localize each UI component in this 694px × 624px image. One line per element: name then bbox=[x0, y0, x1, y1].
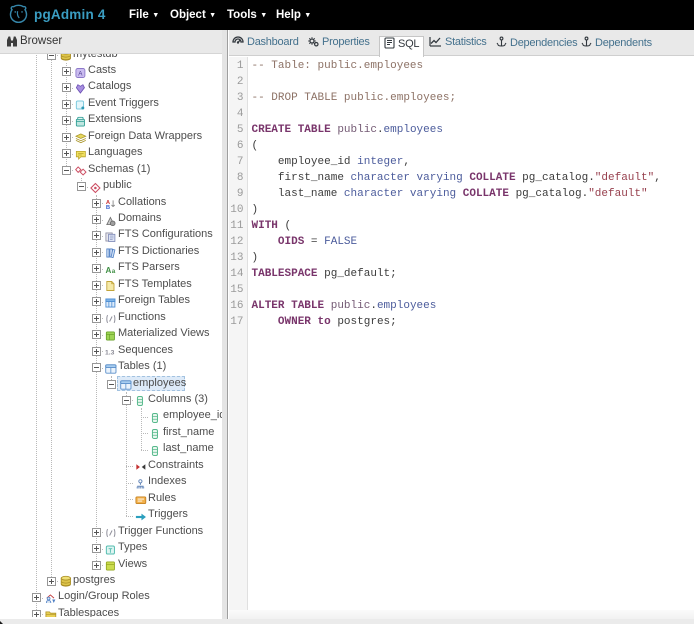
svg-text:A: A bbox=[105, 266, 111, 275]
svg-text:a: a bbox=[112, 268, 116, 275]
svg-text:1.3: 1.3 bbox=[105, 350, 115, 357]
svg-text:B: B bbox=[106, 205, 110, 209]
